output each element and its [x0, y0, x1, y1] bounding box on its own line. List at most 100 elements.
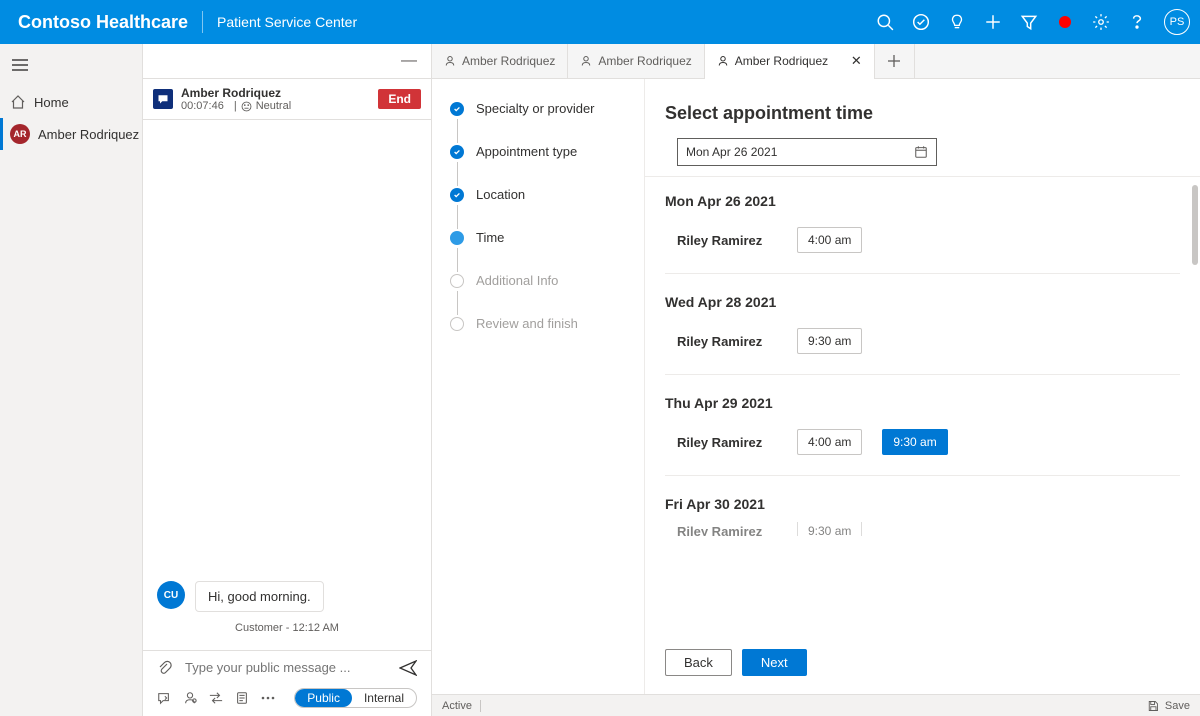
public-toggle[interactable]: Public [295, 689, 352, 707]
detail-title: Select appointment time [645, 79, 1200, 138]
lightbulb-icon[interactable] [948, 13, 966, 31]
message-bubble: Hi, good morning. [195, 581, 324, 612]
more-icon[interactable] [261, 696, 275, 700]
chat-panel: — Amber Rodriquez 00:07:46 | Neutral End… [143, 44, 432, 716]
internal-toggle[interactable]: Internal [352, 689, 416, 707]
time-slot[interactable]: 9:30 am [797, 522, 862, 536]
patient-avatar-icon: AR [10, 124, 30, 144]
check-icon [450, 188, 464, 202]
step-location[interactable]: Location [450, 187, 630, 202]
consult-icon[interactable] [183, 691, 197, 705]
record-icon[interactable] [1056, 13, 1074, 31]
check-icon [450, 145, 464, 159]
sentiment-label: Neutral [256, 100, 291, 112]
day-label: Wed Apr 28 2021 [665, 294, 1180, 310]
app-name: Patient Service Center [217, 14, 357, 30]
time-slot-selected[interactable]: 9:30 am [882, 429, 947, 455]
tab-label: Amber Rodriquez [735, 54, 828, 68]
conversation-header: Amber Rodriquez 00:07:46 | Neutral End [143, 79, 431, 120]
record-tab-0[interactable]: Amber Rodriquez [432, 44, 568, 78]
person-icon [717, 55, 729, 67]
step-label: Specialty or provider [476, 101, 595, 116]
nav-home-label: Home [34, 95, 69, 110]
record-tab-2[interactable]: Amber Rodriquez ✕ [705, 44, 875, 78]
step-specialty[interactable]: Specialty or provider [450, 101, 630, 116]
chat-channel-icon [153, 89, 173, 109]
availability-list[interactable]: Mon Apr 26 2021 Riley Ramirez 4:00 am We… [645, 176, 1200, 637]
day-label: Fri Apr 30 2021 [665, 496, 1180, 512]
status-divider [480, 700, 481, 712]
save-label[interactable]: Save [1165, 700, 1190, 712]
hamburger-icon[interactable] [0, 44, 142, 86]
end-button[interactable]: End [378, 89, 421, 109]
send-icon[interactable] [399, 660, 417, 676]
day-group: Wed Apr 28 2021 Riley Ramirez 9:30 am [665, 282, 1180, 383]
sentiment-icon [241, 101, 252, 112]
compose-input[interactable] [183, 659, 389, 676]
time-slot[interactable]: 4:00 am [797, 227, 862, 253]
gear-icon[interactable] [1092, 13, 1110, 31]
nav-home[interactable]: Home [0, 86, 142, 118]
task-icon[interactable] [912, 13, 930, 31]
day-group: Mon Apr 26 2021 Riley Ramirez 4:00 am [665, 181, 1180, 282]
filter-icon[interactable] [1020, 13, 1038, 31]
brand-divider [202, 11, 203, 33]
day-group: Fri Apr 30 2021 Riley Ramirez 9:30 am [665, 484, 1180, 536]
customer-avatar-icon: CU [157, 581, 185, 609]
conversation-name: Amber Rodriquez [181, 86, 291, 100]
status-bar: Active Save [432, 694, 1200, 716]
step-review: Review and finish [450, 316, 630, 331]
person-icon [444, 55, 456, 67]
record-tab-1[interactable]: Amber Rodriquez [568, 44, 704, 78]
current-step-icon [450, 231, 464, 245]
time-slot[interactable]: 9:30 am [797, 328, 862, 354]
next-button[interactable]: Next [742, 649, 807, 676]
step-label: Location [476, 187, 525, 202]
tab-label: Amber Rodriquez [598, 54, 691, 68]
help-icon[interactable] [1128, 13, 1146, 31]
profile-avatar[interactable]: PS [1164, 9, 1190, 35]
transfer-icon[interactable] [209, 691, 223, 705]
status-state: Active [442, 700, 472, 712]
step-time[interactable]: Time [450, 230, 630, 245]
detail-footer: Back Next [645, 637, 1200, 694]
step-appointment-type[interactable]: Appointment type [450, 144, 630, 159]
search-icon[interactable] [876, 13, 894, 31]
chat-body: CU Hi, good morning. Customer - 12:12 AM [143, 120, 431, 650]
left-nav: Home AR Amber Rodriquez [0, 44, 143, 716]
chat-minimize[interactable]: — [143, 44, 431, 79]
step-additional-info: Additional Info [450, 273, 630, 288]
tab-label: Amber Rodriquez [462, 54, 555, 68]
day-label: Mon Apr 26 2021 [665, 193, 1180, 209]
step-label: Appointment type [476, 144, 577, 159]
save-icon[interactable] [1147, 700, 1159, 712]
provider-name: Riley Ramirez [677, 435, 777, 450]
add-icon[interactable] [984, 13, 1002, 31]
conversation-duration: 00:07:46 [181, 100, 224, 112]
message-meta: Customer - 12:12 AM [157, 622, 417, 634]
message-row: CU Hi, good morning. [157, 581, 417, 612]
person-icon [580, 55, 592, 67]
add-tab-button[interactable] [875, 44, 915, 78]
calendar-icon [914, 145, 928, 159]
time-slot[interactable]: 4:00 am [797, 429, 862, 455]
step-label: Additional Info [476, 273, 558, 288]
scrollbar-thumb[interactable] [1192, 185, 1198, 265]
step-label: Time [476, 230, 504, 245]
top-bar: Contoso Healthcare Patient Service Cente… [0, 0, 1200, 44]
attach-icon[interactable] [157, 660, 173, 676]
record-tabs: Amber Rodriquez Amber Rodriquez Amber Ro… [432, 44, 1200, 79]
compose-area: Public Internal [143, 650, 431, 716]
back-button[interactable]: Back [665, 649, 732, 676]
quick-reply-icon[interactable] [157, 691, 171, 705]
home-icon [10, 94, 26, 110]
sentiment-divider: | [234, 100, 237, 112]
close-icon[interactable]: ✕ [851, 53, 862, 69]
brand-name: Contoso Healthcare [18, 12, 188, 33]
notes-icon[interactable] [235, 691, 249, 705]
pending-step-icon [450, 317, 464, 331]
nav-patient[interactable]: AR Amber Rodriquez [0, 118, 142, 150]
date-value: Mon Apr 26 2021 [686, 145, 777, 159]
detail-pane: Select appointment time Mon Apr 26 2021 … [644, 79, 1200, 694]
date-picker[interactable]: Mon Apr 26 2021 [677, 138, 937, 166]
